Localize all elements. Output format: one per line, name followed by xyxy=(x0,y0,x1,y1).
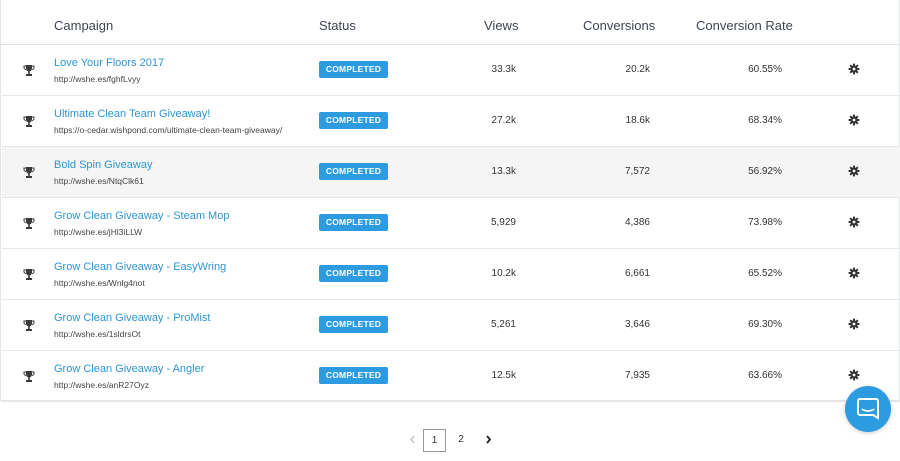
campaign-url: http://wshe.es/1sldrsOt xyxy=(54,329,141,339)
gear-icon[interactable] xyxy=(848,216,860,228)
chat-bubble-icon xyxy=(857,398,879,420)
table-row[interactable]: Love Your Floors 2017 http://wshe.es/fgh… xyxy=(2,45,900,96)
pagination-prev[interactable] xyxy=(404,429,420,452)
trophy-icon xyxy=(23,65,35,76)
table-row[interactable]: Grow Clean Giveaway - Steam Mop http://w… xyxy=(2,198,900,249)
chevron-right-icon xyxy=(485,435,491,444)
views-value: 5,261 xyxy=(490,319,516,330)
campaign-url: http://wshe.es/NtqClk61 xyxy=(54,176,144,186)
pagination-next[interactable] xyxy=(480,429,496,452)
header-campaign[interactable]: Campaign xyxy=(54,18,113,33)
views-value: 10.2k xyxy=(491,268,516,279)
gear-icon[interactable] xyxy=(848,318,860,330)
status-badge: COMPLETED xyxy=(319,112,388,129)
campaign-name-link[interactable]: Grow Clean Giveaway - Angler xyxy=(54,363,204,375)
status-badge: COMPLETED xyxy=(319,367,388,384)
campaign-url: http://wshe.es/jHl3iLLW xyxy=(54,227,143,237)
views-value: 13.3k xyxy=(491,166,516,177)
trophy-icon xyxy=(23,269,35,280)
chevron-left-icon xyxy=(409,435,415,444)
header-conversion-rate[interactable]: Conversion Rate xyxy=(696,18,793,33)
chat-launcher-button[interactable] xyxy=(845,386,891,432)
status-badge: COMPLETED xyxy=(319,214,388,231)
conversion-rate-value: 65.52% xyxy=(748,268,782,279)
pagination-page-1[interactable]: 1 xyxy=(423,429,446,452)
conversions-value: 3,646 xyxy=(624,319,650,330)
table-row[interactable]: Grow Clean Giveaway - ProMist http://wsh… xyxy=(2,300,900,351)
campaign-name-link[interactable]: Grow Clean Giveaway - ProMist xyxy=(54,312,211,324)
trophy-icon xyxy=(23,320,35,331)
views-value: 5,929 xyxy=(490,217,516,228)
trophy-icon xyxy=(23,167,35,178)
header-status[interactable]: Status xyxy=(319,18,356,33)
header-conversions[interactable]: Conversions xyxy=(583,18,655,33)
gear-icon[interactable] xyxy=(848,63,860,75)
conversion-rate-value: 56.92% xyxy=(748,166,782,177)
conversion-rate-value: 73.98% xyxy=(748,217,782,228)
conversions-value: 18.6k xyxy=(625,115,650,126)
status-badge: COMPLETED xyxy=(319,61,388,78)
campaign-url: http://wshe.es/Wnlg4not xyxy=(54,278,145,288)
status-badge: COMPLETED xyxy=(319,163,388,180)
trophy-icon xyxy=(23,371,35,382)
conversion-rate-value: 60.55% xyxy=(748,64,782,75)
conversion-rate-value: 63.66% xyxy=(748,370,782,381)
campaign-url: https://o-cedar.wishpond.com/ultimate-cl… xyxy=(54,125,283,135)
views-value: 12.5k xyxy=(491,370,516,381)
conversions-value: 20.2k xyxy=(625,64,650,75)
table-header: Campaign Status Views Conversions Conver… xyxy=(1,0,900,45)
trophy-icon xyxy=(23,218,35,229)
header-views[interactable]: Views xyxy=(484,18,518,33)
table-row[interactable]: Grow Clean Giveaway - Angler http://wshe… xyxy=(2,351,900,402)
pagination-page-2[interactable]: 2 xyxy=(451,429,471,452)
campaign-table: Campaign Status Views Conversions Conver… xyxy=(0,0,900,402)
views-value: 27.2k xyxy=(491,115,516,126)
gear-icon[interactable] xyxy=(848,114,860,126)
table-row[interactable]: Ultimate Clean Team Giveaway! https://o-… xyxy=(2,96,900,147)
campaign-name-link[interactable]: Grow Clean Giveaway - EasyWring xyxy=(54,261,226,273)
campaign-name-link[interactable]: Bold Spin Giveaway xyxy=(54,159,152,171)
gear-icon[interactable] xyxy=(848,369,860,381)
campaign-name-link[interactable]: Ultimate Clean Team Giveaway! xyxy=(54,108,210,120)
views-value: 33.3k xyxy=(491,64,516,75)
campaign-name-link[interactable]: Grow Clean Giveaway - Steam Mop xyxy=(54,210,229,222)
gear-icon[interactable] xyxy=(848,165,860,177)
status-badge: COMPLETED xyxy=(319,316,388,333)
conversion-rate-value: 69.30% xyxy=(748,319,782,330)
table-row[interactable]: Bold Spin Giveaway http://wshe.es/NtqClk… xyxy=(2,147,900,198)
table-row[interactable]: Grow Clean Giveaway - EasyWring http://w… xyxy=(2,249,900,300)
campaign-url: http://wshe.es/anR27Oyz xyxy=(54,380,149,390)
conversion-rate-value: 68.34% xyxy=(748,115,782,126)
trophy-icon xyxy=(23,116,35,127)
conversions-value: 6,661 xyxy=(624,268,650,279)
conversions-value: 4,386 xyxy=(624,217,650,228)
campaign-name-link[interactable]: Love Your Floors 2017 xyxy=(54,57,164,69)
status-badge: COMPLETED xyxy=(319,265,388,282)
conversions-value: 7,935 xyxy=(624,370,650,381)
campaign-url: http://wshe.es/fghfLvyy xyxy=(54,74,141,84)
conversions-value: 7,572 xyxy=(624,166,650,177)
gear-icon[interactable] xyxy=(848,267,860,279)
